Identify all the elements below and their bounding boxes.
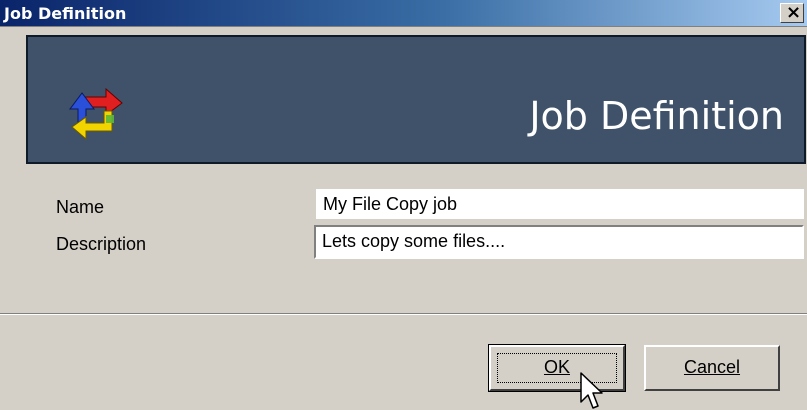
- ok-button-label: OK: [543, 357, 570, 377]
- name-field[interactable]: My File Copy job: [316, 189, 804, 219]
- name-label: Name: [56, 197, 105, 217]
- mouse-pointer-icon: [580, 372, 603, 409]
- header-banner: Job Definition: [26, 35, 806, 164]
- banner-title: Job Definition: [529, 94, 784, 138]
- job-definition-dialog: Job Definition × Job Definition Name My …: [0, 0, 807, 410]
- cancel-button-label: Cancel: [683, 357, 741, 377]
- cancel-button[interactable]: Cancel: [644, 345, 780, 391]
- close-icon: ×: [786, 2, 802, 23]
- title-bar[interactable]: Job Definition ×: [0, 0, 807, 27]
- divider: [0, 313, 807, 315]
- description-label: Description: [56, 234, 147, 254]
- recycle-arrows-icon: [69, 87, 123, 141]
- close-button[interactable]: ×: [780, 2, 804, 23]
- description-field[interactable]: Lets copy some files....: [314, 225, 804, 259]
- window-title: Job Definition: [4, 4, 127, 23]
